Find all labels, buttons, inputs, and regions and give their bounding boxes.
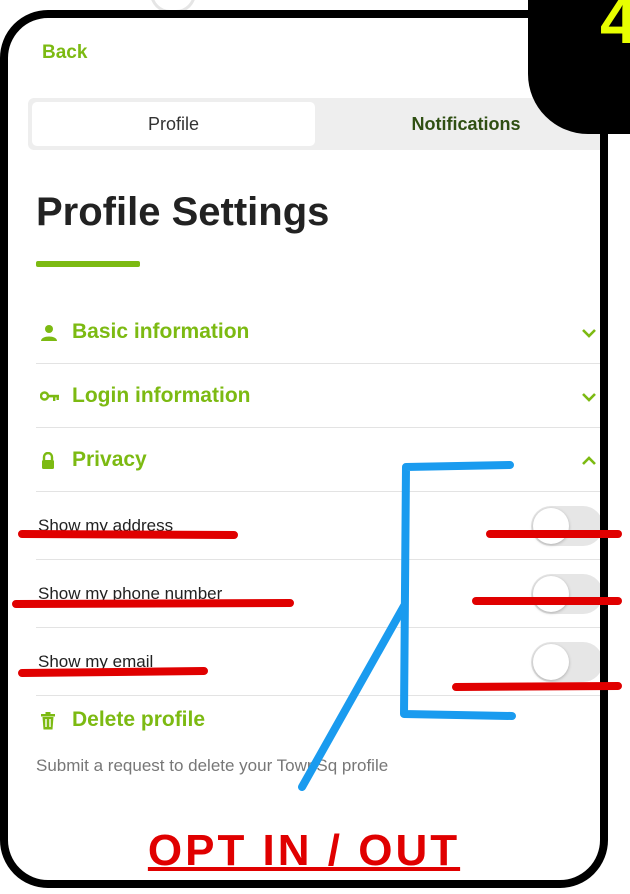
section-privacy[interactable]: Privacy [36,428,600,492]
privacy-row-phone: Show my phone number [36,560,600,628]
step-number-badge: 4 [600,0,630,46]
toggle-knob [533,576,569,612]
page-title: Profile Settings [36,190,330,234]
chevron-up-icon [581,428,597,492]
delete-profile-link[interactable]: Delete profile [72,704,205,736]
show-address-toggle[interactable] [531,506,600,546]
lock-icon [40,428,56,492]
row-label: Show my email [38,652,154,671]
opt-caption-text: OPT IN / OUT [147,826,461,875]
section-basic-information[interactable]: Basic information [36,300,600,364]
tab-profile[interactable]: Profile [32,102,315,146]
show-email-toggle[interactable] [531,642,600,682]
chevron-down-icon [581,364,597,428]
back-button[interactable]: Back [42,42,87,64]
phone-frame: Back Profile Notifications Profile Setti… [0,10,608,888]
section-label: Basic information [72,320,250,343]
person-icon [40,300,58,364]
section-label: Login information [72,384,251,407]
toggle-knob [533,644,569,680]
toggle-knob [533,508,569,544]
title-underline [36,261,140,267]
opt-caption: OPT IN / OUT [8,826,600,876]
key-icon [39,364,60,428]
app-screen: Back Profile Notifications Profile Setti… [8,18,600,880]
section-login-information[interactable]: Login information [36,364,600,428]
segmented-tabs: Profile Notifications [28,98,600,150]
privacy-row-email: Show my email [36,628,600,696]
delete-profile-description: Submit a request to delete your TownSq p… [36,756,389,775]
row-label: Show my phone number [38,584,223,603]
chevron-down-icon [581,300,597,364]
section-label: Privacy [72,448,147,471]
row-label: Show my address [38,516,174,535]
trash-icon[interactable] [40,704,56,736]
privacy-row-address: Show my address [36,492,600,560]
show-phone-toggle[interactable] [531,574,600,614]
